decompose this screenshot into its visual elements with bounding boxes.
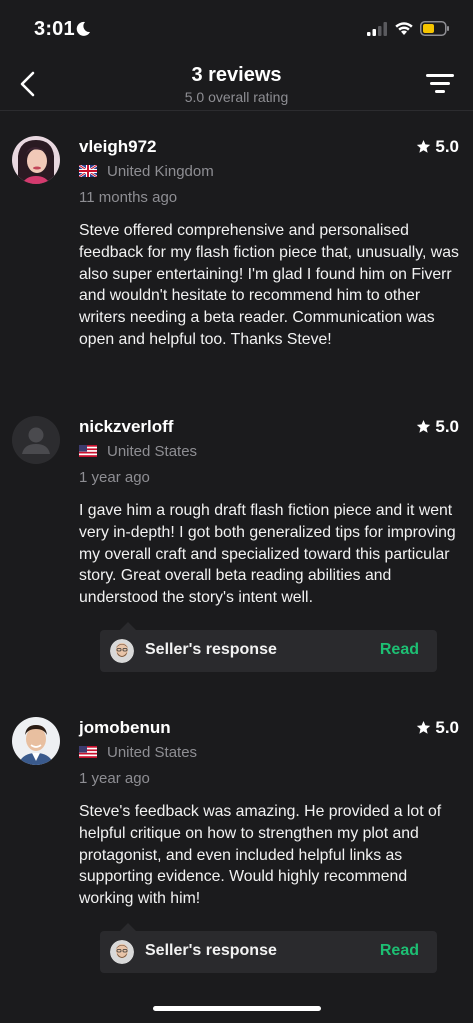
seller-response[interactable]: Seller's response Read [100, 622, 437, 672]
seller-response[interactable]: Seller's response Read [100, 923, 437, 973]
nav-header: 3 reviews 5.0 overall rating [0, 56, 473, 111]
filter-icon[interactable] [425, 72, 455, 94]
seller-response-label: Seller's response [145, 942, 277, 959]
review-rating: 5.0 [416, 718, 459, 738]
cellular-signal-icon [367, 22, 387, 36]
review-username[interactable]: jomobenun [79, 718, 171, 738]
wifi-icon [395, 22, 413, 35]
default-avatar-icon [12, 416, 60, 464]
review-country: United States [79, 744, 197, 761]
review-text: Steve offered comprehensive and personal… [79, 222, 459, 348]
rating-value: 5.0 [435, 718, 459, 737]
user-avatar-image [12, 136, 60, 184]
read-response-button[interactable]: Read [380, 942, 419, 960]
star-icon [417, 139, 431, 153]
seller-avatar [110, 639, 134, 663]
avatar[interactable] [12, 136, 60, 184]
battery-icon [420, 21, 449, 36]
review-item: nickzverloff 5.0 United States 1 year ag… [0, 416, 473, 676]
review-text: Steve's feedback was amazing. He provide… [79, 803, 442, 908]
home-indicator[interactable] [153, 1006, 321, 1011]
rating-value: 5.0 [435, 417, 459, 436]
country-name: United Kingdom [107, 163, 214, 180]
review-rating: 5.0 [416, 417, 459, 437]
review-country: United States [79, 443, 197, 460]
status-time: 3:01 [34, 18, 75, 40]
us-flag-icon [79, 445, 97, 457]
country-name: United States [107, 744, 198, 761]
response-caret [120, 622, 136, 630]
us-flag-icon [79, 746, 97, 758]
seller-avatar [110, 940, 134, 964]
review-time: 11 months ago [79, 189, 178, 206]
avatar[interactable] [12, 717, 60, 765]
rating-value: 5.0 [435, 137, 459, 156]
review-item: vleigh972 5.0 United Kingdom 11 months a… [0, 136, 473, 376]
review-text: I gave him a rough draft flash fiction p… [79, 502, 456, 607]
review-username[interactable]: vleigh972 [79, 137, 157, 157]
page-title: 3 reviews [191, 64, 282, 86]
country-name: United States [107, 443, 198, 460]
uk-flag-icon [79, 165, 97, 177]
avatar[interactable] [12, 416, 60, 464]
review-time: 1 year ago [79, 469, 150, 486]
review-rating: 5.0 [416, 137, 459, 157]
review-time: 1 year ago [79, 770, 150, 787]
overall-rating-subtitle: 5.0 overall rating [184, 89, 289, 105]
review-username[interactable]: nickzverloff [79, 417, 173, 437]
response-caret [120, 923, 136, 931]
read-response-button[interactable]: Read [380, 641, 419, 659]
status-bar: 3:01 [0, 0, 473, 56]
seller-response-label: Seller's response [145, 641, 277, 658]
user-avatar-image [12, 717, 60, 765]
moon-icon [76, 21, 90, 36]
review-country: United Kingdom [79, 163, 214, 180]
star-icon [417, 720, 431, 734]
star-icon [417, 419, 431, 433]
review-item: jomobenun 5.0 United States 1 year ago S… [0, 717, 473, 977]
